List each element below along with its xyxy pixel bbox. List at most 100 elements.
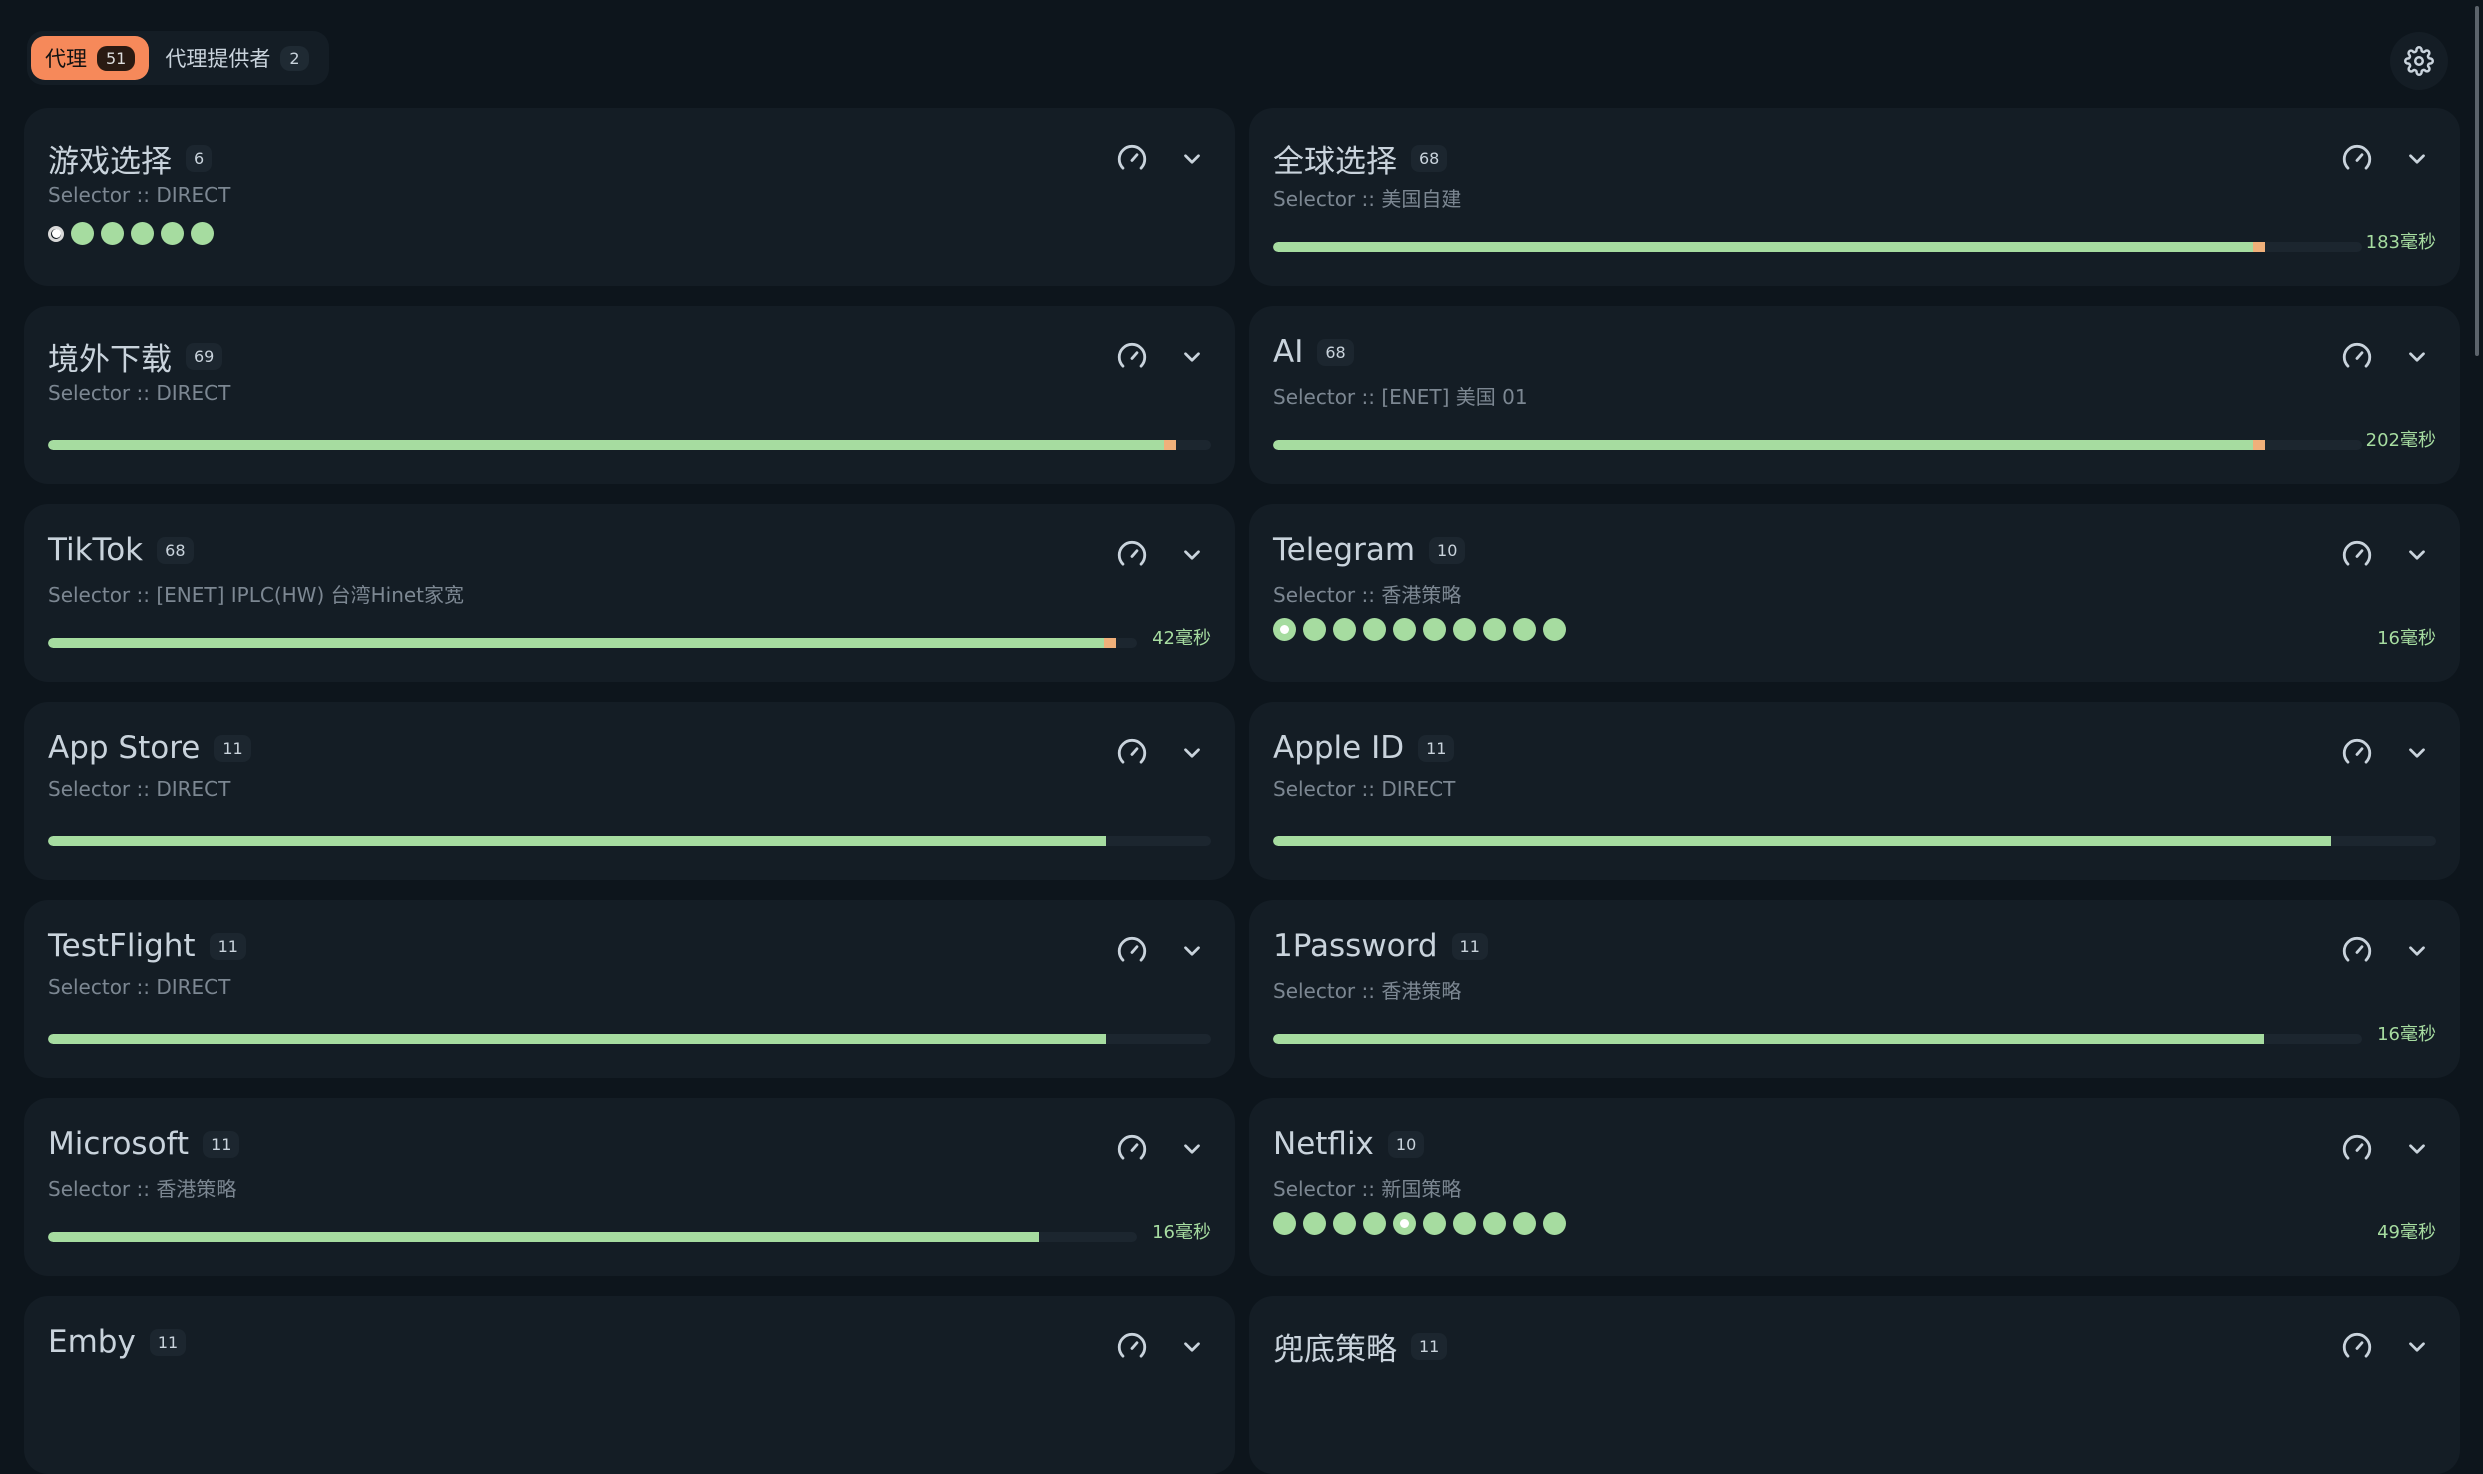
proxy-count-badge: 11 (1451, 932, 1488, 960)
proxy-group-card[interactable]: Microsoft 11 Selector :: 香港策略 16毫秒 (24, 1098, 1235, 1276)
proxy-dot[interactable] (131, 222, 154, 245)
proxy-group-card[interactable]: TestFlight 11 Selector :: DIRECT (24, 900, 1235, 1078)
proxy-dot[interactable] (1273, 618, 1296, 641)
speedometer-icon[interactable] (2338, 932, 2376, 970)
chevron-down-icon[interactable] (1173, 932, 1211, 970)
speedometer-icon[interactable] (2338, 140, 2376, 178)
chevron-down-icon[interactable] (1173, 1130, 1211, 1168)
proxy-group-card[interactable]: 游戏选择 6 Selector :: DIRECT (24, 108, 1235, 286)
latency-bar (1273, 240, 2362, 254)
speedometer-icon[interactable] (2338, 734, 2376, 772)
group-selector: Selector :: 香港策略 (1273, 583, 1462, 607)
group-actions (2338, 734, 2436, 772)
chevron-down-icon[interactable] (1173, 1328, 1211, 1366)
proxy-dot[interactable] (1453, 1212, 1476, 1235)
speedometer-icon[interactable] (1113, 536, 1151, 574)
speedometer-icon[interactable] (2338, 1328, 2376, 1366)
chevron-down-icon[interactable] (2398, 536, 2436, 574)
chevron-down-icon[interactable] (2398, 1328, 2436, 1366)
proxy-group-card[interactable]: TikTok 68 Selector :: [ENET] IPLC(HW) 台湾Hi… (24, 504, 1235, 682)
group-actions (1113, 932, 1211, 970)
proxy-group-card[interactable]: Apple ID 11 Selector :: DIRECT (1249, 702, 2460, 880)
tab-count: 51 (97, 45, 136, 71)
chevron-down-icon[interactable] (2398, 1130, 2436, 1168)
bar-fill-warn (1104, 638, 1116, 648)
group-header: TestFlight 11 (48, 928, 246, 964)
tab-proxies[interactable]: 代理 51 (31, 36, 150, 80)
proxy-dot[interactable] (1333, 618, 1356, 641)
group-name: Microsoft (48, 1126, 190, 1162)
scrollbar-thumb[interactable] (2475, 6, 2479, 356)
group-selector: Selector :: [ENET] 美国 01 (1273, 385, 1528, 409)
proxy-group-card[interactable]: 境外下载 69 Selector :: DIRECT (24, 306, 1235, 484)
proxy-dot[interactable] (101, 222, 124, 245)
speedometer-icon[interactable] (1113, 140, 1151, 178)
chevron-down-icon[interactable] (2398, 140, 2436, 178)
group-selector: Selector :: DIRECT (48, 381, 231, 405)
bar-track (48, 1232, 1137, 1242)
proxy-dot[interactable] (1423, 618, 1446, 641)
proxy-group-card[interactable]: AI 68 Selector :: [ENET] 美国 01 202毫秒 (1249, 306, 2460, 484)
latency-bar (1273, 1032, 2362, 1046)
proxy-dot[interactable] (1423, 1212, 1446, 1235)
proxy-group-card[interactable]: 1Password 11 Selector :: 香港策略 16毫秒 (1249, 900, 2460, 1078)
chevron-down-icon[interactable] (1173, 536, 1211, 574)
speedometer-icon[interactable] (1113, 932, 1151, 970)
speedometer-icon[interactable] (2338, 536, 2376, 574)
chevron-down-icon[interactable] (2398, 932, 2436, 970)
proxy-dot[interactable] (48, 225, 64, 242)
group-name: AI (1273, 334, 1304, 370)
bar-track (48, 440, 1211, 450)
proxy-dot[interactable] (1453, 618, 1476, 641)
chevron-down-icon[interactable] (1173, 140, 1211, 178)
proxy-group-card[interactable]: 兜底策略 11 (1249, 1296, 2460, 1474)
proxy-dot[interactable] (1393, 1212, 1416, 1235)
speedometer-icon[interactable] (1113, 734, 1151, 772)
proxy-group-card[interactable]: Netflix 10 Selector :: 新国策略 49毫秒 (1249, 1098, 2460, 1276)
bar-track (1273, 1034, 2362, 1044)
group-name: 兜底策略 (1273, 1332, 1397, 1368)
proxy-dot[interactable] (1273, 1212, 1296, 1235)
proxy-dot[interactable] (1303, 1212, 1326, 1235)
group-name: 游戏选择 (48, 144, 172, 180)
proxy-dot[interactable] (1363, 1212, 1386, 1235)
speedometer-icon[interactable] (2338, 338, 2376, 376)
tab-proxy-providers[interactable]: 代理提供者 2 (151, 36, 322, 80)
bar-fill-good (48, 440, 1164, 450)
group-header: Apple ID 11 (1273, 730, 1455, 766)
group-header: 境外下载 69 (48, 334, 223, 379)
proxy-dot[interactable] (161, 222, 184, 245)
proxy-dot[interactable] (191, 222, 214, 245)
chevron-down-icon[interactable] (1173, 734, 1211, 772)
speedometer-icon[interactable] (2338, 1130, 2376, 1168)
settings-button[interactable] (2390, 32, 2448, 90)
proxy-dot[interactable] (1393, 618, 1416, 641)
proxy-dot[interactable] (1543, 1212, 1566, 1235)
chevron-down-icon[interactable] (2398, 338, 2436, 376)
bar-track (48, 638, 1137, 648)
proxy-dot[interactable] (1483, 1212, 1506, 1235)
chevron-down-icon[interactable] (1173, 338, 1211, 376)
proxy-group-card[interactable]: Emby 11 (24, 1296, 1235, 1474)
chevron-down-icon[interactable] (2398, 734, 2436, 772)
latency-value: 49毫秒 (2377, 1222, 2436, 1243)
proxy-dot[interactable] (1303, 618, 1326, 641)
proxy-count-badge: 10 (1429, 536, 1466, 564)
proxy-dot[interactable] (1483, 618, 1506, 641)
proxy-group-card[interactable]: 全球选择 68 Selector :: 美国自建 183毫秒 (1249, 108, 2460, 286)
proxy-group-card[interactable]: Telegram 10 Selector :: 香港策略 16毫秒 (1249, 504, 2460, 682)
proxy-dot[interactable] (1543, 618, 1566, 641)
proxy-dot[interactable] (1333, 1212, 1356, 1235)
proxy-group-card[interactable]: App Store 11 Selector :: DIRECT (24, 702, 1235, 880)
group-header: App Store 11 (48, 730, 251, 766)
speedometer-icon[interactable] (1113, 338, 1151, 376)
speedometer-icon[interactable] (1113, 1130, 1151, 1168)
proxy-dot[interactable] (1513, 618, 1536, 641)
group-name: Telegram (1273, 532, 1416, 568)
proxy-count-badge: 11 (203, 1130, 240, 1158)
bar-fill-good (48, 638, 1104, 648)
proxy-dot[interactable] (71, 222, 94, 245)
proxy-dot[interactable] (1513, 1212, 1536, 1235)
proxy-dot[interactable] (1363, 618, 1386, 641)
speedometer-icon[interactable] (1113, 1328, 1151, 1366)
